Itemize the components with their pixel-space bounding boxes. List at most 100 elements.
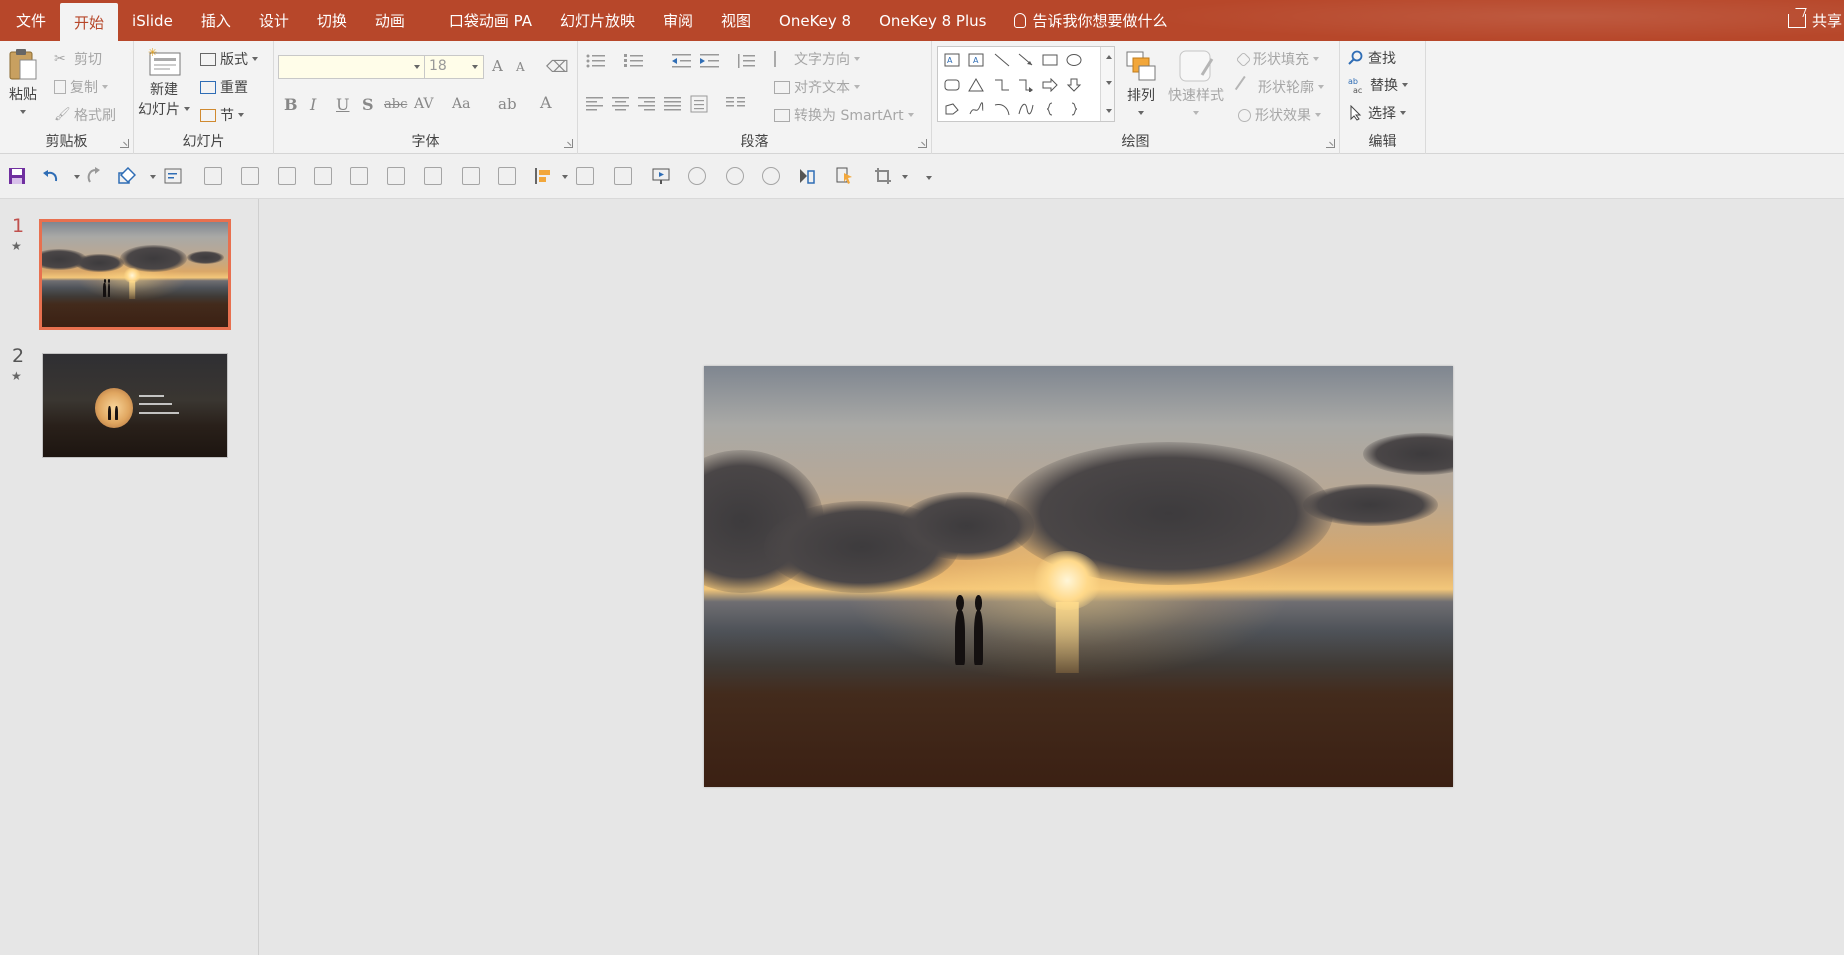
rectangle-icon[interactable] [1042, 53, 1058, 67]
align-left-icon[interactable] [586, 97, 604, 111]
distribute-horizontally-icon[interactable] [462, 167, 480, 185]
slideshow-icon[interactable] [652, 167, 670, 185]
tell-me-search[interactable]: 告诉我你想要做什么 [1000, 0, 1177, 41]
align-bottom-objects-icon[interactable] [387, 167, 405, 185]
shape-effects-button[interactable]: 形状效果 [1238, 105, 1321, 125]
shapes-gallery[interactable]: A A [937, 46, 1115, 122]
char-spacing-button[interactable]: AV [414, 96, 434, 112]
replace-button[interactable]: ab ac 替换 [1348, 75, 1408, 95]
share-button[interactable]: 共享 [1787, 0, 1844, 41]
dialog-launcher-icon[interactable] [918, 139, 927, 148]
bold-button[interactable]: B [284, 95, 298, 114]
rounded-rectangle-icon[interactable] [944, 78, 960, 92]
curve-icon[interactable] [1018, 102, 1034, 116]
shadow-button[interactable]: S [362, 95, 374, 114]
underline-button[interactable]: U [336, 95, 349, 114]
highlight-icon[interactable]: ab [498, 95, 517, 113]
chevron-down-icon[interactable] [562, 175, 568, 179]
arrange-button[interactable]: 排列 [1124, 49, 1158, 115]
undo-icon[interactable] [42, 167, 60, 185]
text-box-icon[interactable]: A [944, 53, 960, 67]
reset-button[interactable]: 重置 [200, 77, 248, 97]
tab-islide[interactable]: iSlide [118, 0, 187, 41]
animation-painter-icon[interactable] [798, 167, 816, 185]
merge-shapes-icon[interactable] [688, 167, 706, 185]
smartart-button[interactable]: 转换为 SmartArt [774, 105, 914, 125]
paste-button[interactable]: 粘贴 [8, 47, 38, 114]
equal-spacing-icon[interactable] [498, 167, 516, 185]
triangle-icon[interactable] [968, 78, 984, 92]
shapes-icon[interactable] [118, 167, 136, 185]
tab-file[interactable]: 文件 [0, 0, 60, 41]
intersect-shapes-icon[interactable] [726, 167, 744, 185]
chevron-down-icon[interactable] [150, 175, 156, 179]
save-icon[interactable] [8, 167, 26, 185]
align-middle-objects-icon[interactable] [350, 167, 368, 185]
vertical-text-box-icon[interactable]: A [968, 53, 984, 67]
freeform-icon[interactable] [944, 102, 960, 116]
more-shapes-icon[interactable] [1106, 109, 1112, 113]
tab-view[interactable]: 视图 [707, 0, 765, 41]
tab-pocket-animation[interactable]: 口袋动画 PA [419, 0, 546, 41]
group-objects-icon[interactable] [576, 167, 594, 185]
shrink-font-button[interactable]: A [516, 60, 525, 74]
change-case-button[interactable]: Aa [452, 96, 470, 112]
align-left-objects-icon[interactable] [204, 167, 222, 185]
align-center-icon[interactable] [612, 97, 630, 111]
distribute-icon[interactable] [690, 95, 708, 113]
tab-onekey8[interactable]: OneKey 8 [765, 0, 865, 41]
align-center-objects-icon[interactable] [241, 167, 259, 185]
cut-button[interactable]: ✂ 剪切 [54, 49, 102, 69]
line-spacing-icon[interactable] [736, 53, 756, 69]
line-icon[interactable] [994, 53, 1010, 67]
font-size-input[interactable]: 18 [424, 55, 484, 79]
distribute-vertically-icon[interactable] [424, 167, 442, 185]
increase-indent-icon[interactable] [700, 53, 720, 69]
font-name-input[interactable] [278, 55, 426, 79]
down-arrow-icon[interactable] [1066, 78, 1082, 92]
slide-thumbnail-2[interactable] [42, 353, 228, 458]
numbering-icon[interactable] [624, 53, 644, 69]
elbow-connector-icon[interactable] [994, 78, 1010, 92]
tab-animations[interactable]: 动画 [361, 0, 419, 41]
chevron-down-icon[interactable] [902, 175, 908, 179]
shape-fill-button[interactable]: 形状填充 [1235, 49, 1319, 69]
align-right-icon[interactable] [638, 97, 656, 111]
align-right-objects-icon[interactable] [278, 167, 296, 185]
format-painter-button[interactable]: 🖌 格式刷 [54, 105, 116, 125]
italic-button[interactable]: I [310, 95, 316, 114]
tab-home[interactable]: 开始 [60, 3, 119, 41]
align-text-button[interactable]: 对齐文本 [774, 77, 860, 97]
select-button[interactable]: 选择 [1348, 103, 1406, 123]
crop-shape-icon[interactable] [874, 167, 892, 185]
selection-pane-icon[interactable] [836, 167, 854, 185]
chevron-down-icon[interactable] [74, 175, 80, 179]
align-objects-icon[interactable] [534, 167, 552, 185]
right-brace-icon[interactable] [1066, 102, 1082, 116]
tab-slideshow[interactable]: 幻灯片放映 [546, 0, 649, 41]
font-color-button[interactable]: A [540, 93, 552, 112]
current-slide[interactable] [704, 366, 1453, 787]
section-button[interactable]: 节 [200, 105, 244, 125]
dialog-launcher-icon[interactable] [1326, 139, 1335, 148]
bullets-icon[interactable] [586, 53, 606, 69]
elbow-arrow-icon[interactable] [1018, 78, 1034, 92]
text-box-icon[interactable] [164, 167, 182, 185]
oval-icon[interactable] [1066, 53, 1082, 67]
decrease-indent-icon[interactable] [672, 53, 692, 69]
columns-icon[interactable] [726, 97, 746, 111]
layout-button[interactable]: 版式 [200, 49, 258, 69]
tab-design[interactable]: 设计 [245, 0, 303, 41]
dialog-launcher-icon[interactable] [120, 139, 129, 148]
arrow-line-icon[interactable] [1018, 53, 1034, 67]
slide-thumbnail-1[interactable] [39, 219, 231, 330]
tab-insert[interactable]: 插入 [187, 0, 245, 41]
ungroup-objects-icon[interactable] [614, 167, 632, 185]
customize-toolbar-icon[interactable] [926, 176, 932, 180]
find-button[interactable]: 查找 [1348, 48, 1396, 68]
grow-font-button[interactable]: A [492, 57, 503, 75]
subtract-shapes-icon[interactable] [762, 167, 780, 185]
tab-review[interactable]: 审阅 [649, 0, 707, 41]
arc-icon[interactable] [994, 102, 1010, 116]
quick-styles-button[interactable]: 快速样式 [1168, 49, 1224, 115]
